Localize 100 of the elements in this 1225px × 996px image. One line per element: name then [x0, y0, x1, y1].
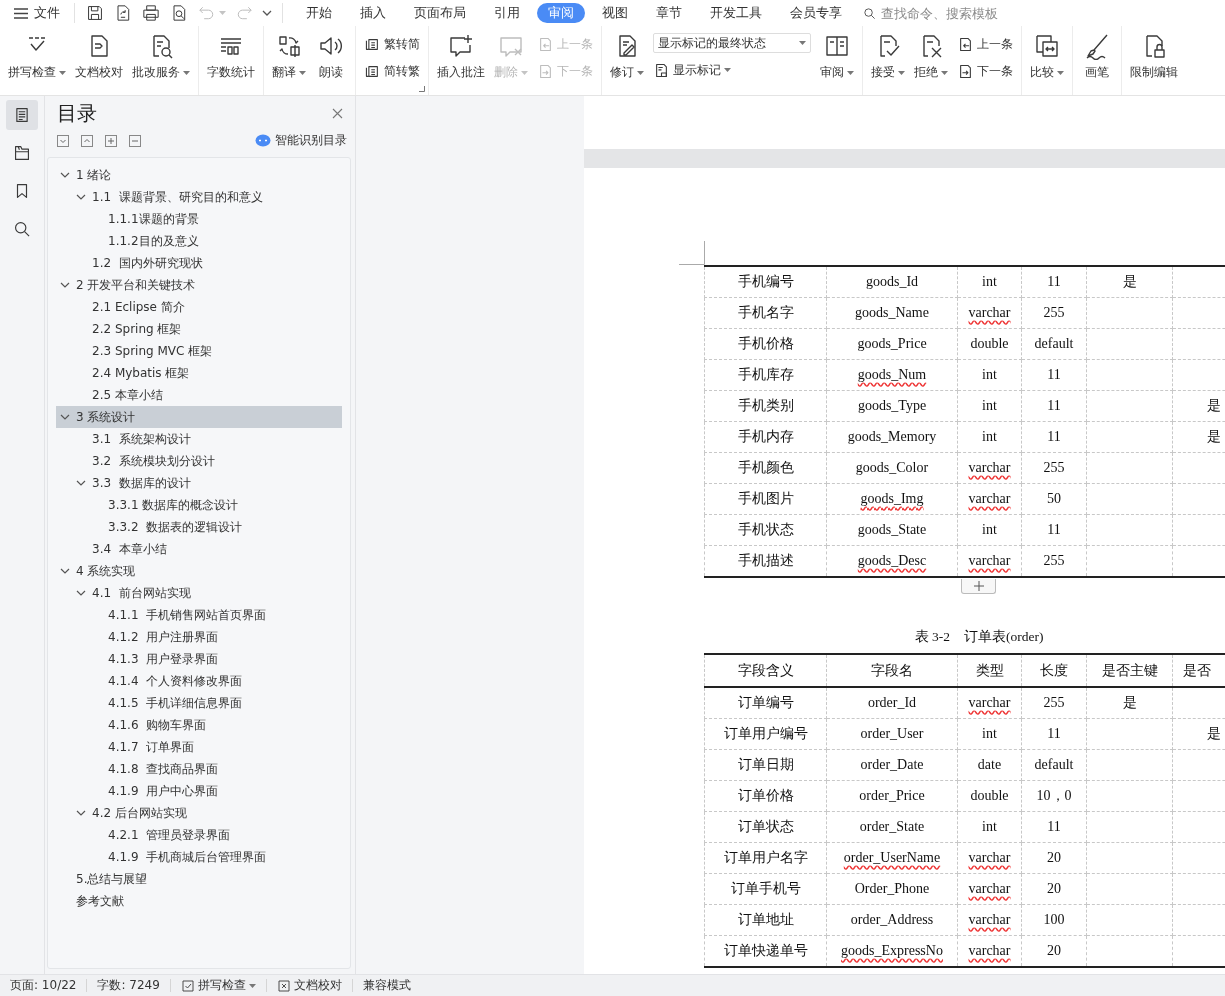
remove-button[interactable]	[129, 134, 141, 147]
file-menu[interactable]: 文件	[0, 2, 68, 24]
outline-item[interactable]: 4.1.8 查找商品界面	[56, 758, 342, 780]
convert-button[interactable]: 简转繁	[364, 61, 420, 81]
outline-item[interactable]: 4.1.7 订单界面	[56, 736, 342, 758]
outline-item[interactable]: 4.1.1 手机销售网站首页界面	[56, 604, 342, 626]
chevron-icon[interactable]	[76, 478, 86, 488]
chevron-icon[interactable]	[60, 170, 70, 180]
add-button[interactable]	[105, 134, 117, 147]
ribbon-tab[interactable]: 插入	[349, 3, 397, 23]
smart-outline-button[interactable]: 智能识别目录	[255, 132, 347, 149]
compare-icon	[1033, 32, 1061, 60]
outline-item[interactable]: 1 绪论	[56, 164, 342, 186]
outline-item[interactable]: 4.1 前台网站实现	[56, 582, 342, 604]
outline-item[interactable]: 2 开发平台和关键技术	[56, 274, 342, 296]
outline-item[interactable]: 4.1.2 用户注册界面	[56, 626, 342, 648]
convert-button[interactable]: 繁转简	[364, 34, 420, 54]
customize-button[interactable]	[262, 9, 272, 17]
next-button[interactable]: 下一条	[957, 61, 1013, 81]
outline-item[interactable]: 参考文献	[56, 890, 342, 912]
outline-item[interactable]: 2.1 Eclipse 简介	[56, 296, 342, 318]
ribbon-tab[interactable]: 开始	[295, 3, 343, 23]
document-search-button[interactable]: 批改服务	[132, 32, 190, 81]
markup-dropdown[interactable]: 显示标记的最终状态	[653, 33, 811, 53]
outline-item[interactable]: 4.1.9 手机商城后台管理界面	[56, 846, 342, 868]
dialog-launcher-icon[interactable]	[419, 86, 425, 92]
outline-item[interactable]: 5.总结与展望	[56, 868, 342, 890]
review-pane-button[interactable]: 审阅	[820, 32, 854, 81]
track-changes-button[interactable]: 修订	[610, 32, 644, 81]
collapse-button[interactable]	[81, 134, 93, 147]
table-cell: goods_ExpressNo	[841, 943, 943, 958]
ribbon-tab[interactable]: 视图	[591, 3, 639, 23]
outline-button[interactable]	[6, 100, 38, 130]
chevron-icon[interactable]	[60, 566, 70, 576]
outline-item[interactable]: 2.4 Mybatis 框架	[56, 362, 342, 384]
table-cell: 订单日期	[737, 757, 794, 772]
speaker-button[interactable]: 朗读	[315, 32, 347, 81]
chevron-icon[interactable]	[76, 192, 86, 202]
outline-item[interactable]: 4.1.4 个人资料修改界面	[56, 670, 342, 692]
add-comment-button[interactable]: 插入批注	[437, 32, 485, 81]
search-field[interactable]: 查找命令、搜索模板	[863, 4, 1003, 22]
expand-button[interactable]	[57, 134, 69, 147]
ribbon-tab[interactable]: 章节	[645, 3, 693, 23]
outline-item[interactable]: 3.2 系统模块划分设计	[56, 450, 342, 472]
ribbon-tab[interactable]: 引用	[483, 3, 531, 23]
table-cell: varchar	[968, 553, 1011, 568]
print-button[interactable]	[141, 3, 161, 23]
outline-item[interactable]: 2.3 Spring MVC 框架	[56, 340, 342, 362]
previous-button[interactable]: 上一条	[957, 34, 1013, 54]
chevron-icon[interactable]	[60, 412, 70, 422]
proofread-button[interactable]: 文档校对	[266, 977, 352, 994]
outline-item[interactable]: 2.2 Spring 框架	[56, 318, 342, 340]
reject-button[interactable]: 拒绝	[914, 32, 948, 81]
outline-item[interactable]: 1.1.2目的及意义	[56, 230, 342, 252]
outline-item[interactable]: 4.1.9 用户中心界面	[56, 780, 342, 802]
translate-button[interactable]: 翻译	[272, 32, 306, 81]
caret-icon	[847, 70, 854, 75]
outline-item[interactable]: 1.2 国内外研究现状	[56, 252, 342, 274]
outline-item[interactable]: 4.1.5 手机详细信息界面	[56, 692, 342, 714]
document-button[interactable]: 文档校对	[75, 32, 123, 81]
outline-item[interactable]: 2.5 本章小结	[56, 384, 342, 406]
outline-item[interactable]: 4.2 后台网站实现	[56, 802, 342, 824]
word-count-button[interactable]: 字数统计	[207, 32, 255, 81]
chevron-down-icon	[262, 9, 272, 17]
spellcheck-toggle[interactable]: 拼写检查	[170, 977, 266, 994]
outline-item[interactable]: 4.1.3 用户登录界面	[56, 648, 342, 670]
table-cell: varchar	[968, 491, 1011, 506]
table-cell: varchar	[968, 881, 1011, 896]
table-cell: goods_Name	[855, 305, 929, 320]
outline-item[interactable]: 4 系统实现	[56, 560, 342, 582]
outline-item[interactable]: 3 系统设计	[56, 406, 342, 428]
outline-item[interactable]: 1.1 课题背景、研究目的和意义	[56, 186, 342, 208]
chevron-icon[interactable]	[76, 588, 86, 598]
caret-icon	[1057, 70, 1064, 75]
accept-button[interactable]: 接受	[871, 32, 905, 81]
outline-item[interactable]: 3.1 系统架构设计	[56, 428, 342, 450]
show-markup-button[interactable]: 显示标记	[653, 60, 811, 80]
table-cell: 是	[1206, 429, 1221, 444]
chevron-icon[interactable]	[76, 808, 86, 818]
compare-button[interactable]: 比较	[1030, 32, 1064, 81]
column-header: 字段含义	[737, 662, 794, 678]
table-cell: order_Address	[850, 912, 934, 927]
outline-item[interactable]: 3.3 数据库的设计	[56, 472, 342, 494]
brush-button[interactable]: 画笔	[1081, 32, 1113, 81]
save-button[interactable]	[85, 3, 105, 23]
table-cell: 手机类别	[737, 398, 794, 413]
lock-button[interactable]: 限制编辑	[1130, 32, 1178, 81]
spellcheck-button[interactable]: 拼写检查	[8, 32, 66, 81]
table-cell: 11	[1047, 274, 1061, 289]
outline-item[interactable]: 3.3.2 数据表的逻辑设计	[56, 516, 342, 538]
ribbon-tab[interactable]: 会员专享	[779, 3, 853, 23]
ribbon-tab[interactable]: 页面布局	[403, 3, 477, 23]
outline-item[interactable]: 3.4 本章小结	[56, 538, 342, 560]
outline-item[interactable]: 4.1.6 购物车界面	[56, 714, 342, 736]
chevron-icon[interactable]	[60, 280, 70, 290]
table-cell: 是	[1206, 726, 1221, 741]
ribbon-tab[interactable]: 开发工具	[699, 3, 773, 23]
outline-item[interactable]: 4.2.1 管理员登录界面	[56, 824, 342, 846]
outline-item[interactable]: 3.3.1 数据库的概念设计	[56, 494, 342, 516]
outline-item[interactable]: 1.1.1课题的背景	[56, 208, 342, 230]
